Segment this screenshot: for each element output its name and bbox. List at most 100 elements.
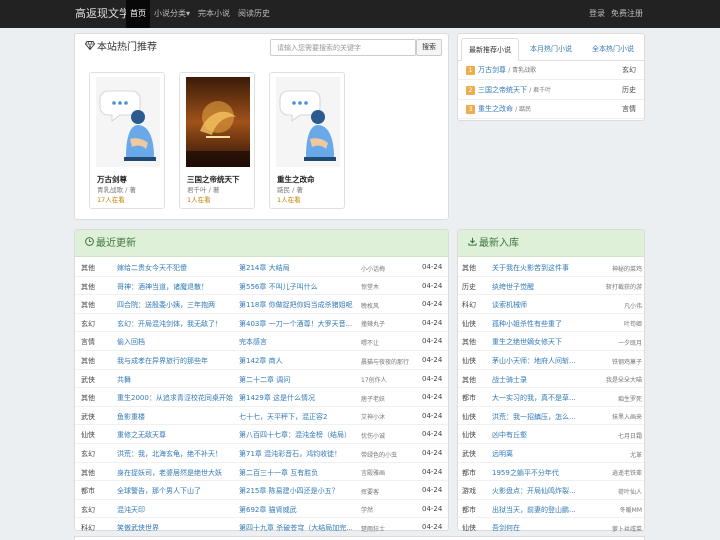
- search-input[interactable]: [270, 39, 416, 56]
- rank-book-title[interactable]: 万古剑尊 / 青乳战歌: [478, 65, 536, 75]
- new-book-title[interactable]: 重生之绝世嫡女修天下: [492, 337, 586, 347]
- placeholder-cover-image[interactable]: [96, 77, 160, 167]
- update-book-title[interactable]: 全球警告，那个男人下山了: [117, 486, 233, 496]
- nav-home[interactable]: 首页: [126, 0, 150, 28]
- new-book-title[interactable]: 纨绔世子觉醒: [492, 282, 586, 292]
- new-book-title[interactable]: 凶中有丘壑: [492, 430, 586, 440]
- update-genre[interactable]: 武侠: [81, 412, 111, 422]
- new-book-title[interactable]: 孤种小姐杀性有些重了: [492, 319, 586, 329]
- update-genre[interactable]: 玄幻: [81, 449, 111, 459]
- update-chapter[interactable]: 第二十二章 调问: [239, 375, 355, 385]
- update-chapter[interactable]: 第1429章 这是什么情况: [239, 393, 355, 403]
- update-genre[interactable]: 玄幻: [81, 319, 111, 329]
- nav-categories[interactable]: 小说分类▾: [150, 0, 194, 28]
- new-book-genre[interactable]: 其他: [462, 375, 488, 385]
- new-book-genre[interactable]: 其他: [462, 337, 488, 347]
- new-book-title[interactable]: 出狱当天，前妻的登山鹏...: [492, 505, 586, 515]
- rank-book-name[interactable]: 万古剑尊: [478, 66, 506, 74]
- update-genre[interactable]: 其他: [81, 393, 111, 403]
- new-book-genre[interactable]: 都市: [462, 393, 488, 403]
- new-book-genre[interactable]: 都市: [462, 505, 488, 515]
- update-genre[interactable]: 科幻: [81, 523, 111, 533]
- update-genre[interactable]: 仙侠: [81, 430, 111, 440]
- login-link[interactable]: 登录: [589, 0, 605, 28]
- update-genre[interactable]: 其他: [81, 468, 111, 478]
- update-genre[interactable]: 其他: [81, 263, 111, 273]
- site-brand[interactable]: 高返现文学: [75, 0, 130, 28]
- update-chapter[interactable]: 七十七，天平秤下，混正容2: [239, 412, 355, 422]
- update-chapter[interactable]: 完本感言: [239, 337, 355, 347]
- update-chapter[interactable]: 第四十九章 杀破苍穹（大结局加完...: [239, 523, 355, 533]
- update-genre[interactable]: 其他: [81, 300, 111, 310]
- new-book-title[interactable]: 谈索机械师: [492, 300, 586, 310]
- rank-book-name[interactable]: 重生之改命: [478, 105, 513, 113]
- rank-item[interactable]: 1 万古剑尊 / 青乳战歌 玄幻: [458, 61, 644, 80]
- update-book-title[interactable]: 身在捉妖司，老婆居然是绝世大妖: [117, 468, 233, 478]
- new-book-title[interactable]: 关于我在火影苦到这件事: [492, 263, 586, 273]
- update-book-title[interactable]: 偷入回档: [117, 337, 233, 347]
- book-card[interactable]: 万古剑尊 青乳战歌 / 著 17人在看: [89, 72, 165, 209]
- book-cover-image[interactable]: [186, 77, 250, 167]
- new-book-genre[interactable]: 仙侠: [462, 319, 488, 329]
- tab-monthly-hot[interactable]: 本月热门小说: [522, 38, 580, 61]
- rank-item[interactable]: 3 重生之改命 / 踮民 言情: [458, 100, 644, 119]
- nav-finished[interactable]: 完本小说: [194, 0, 234, 28]
- update-chapter[interactable]: 第214章 大结局: [239, 263, 355, 273]
- update-genre[interactable]: 其他: [81, 356, 111, 366]
- new-book-genre[interactable]: 仙侠: [462, 412, 488, 422]
- new-book-title[interactable]: 战士骑士录: [492, 375, 586, 385]
- update-book-title[interactable]: 重修之无敌天尊: [117, 430, 233, 440]
- book-card[interactable]: 三国之帝统天下 君千叶 / 著 1人在看: [179, 72, 255, 209]
- update-chapter[interactable]: 第692章 猫肾威武: [239, 505, 355, 515]
- update-chapter[interactable]: 第142章 商人: [239, 356, 355, 366]
- update-chapter[interactable]: 第215章 陈易建小四还是小五？: [239, 486, 355, 496]
- new-book-title[interactable]: 大一实习的我，真不是草...: [492, 393, 586, 403]
- update-genre[interactable]: 武侠: [81, 375, 111, 385]
- update-chapter[interactable]: 第八百四十七章：混沌金榜（结局）: [239, 430, 355, 440]
- update-chapter[interactable]: 第403章 一刀一个酒尊！大罗天音...: [239, 319, 355, 329]
- new-book-genre[interactable]: 仙侠: [462, 430, 488, 440]
- rank-book-title[interactable]: 重生之改命 / 踮民: [478, 104, 531, 114]
- new-book-genre[interactable]: 仙侠: [462, 356, 488, 366]
- update-chapter[interactable]: 第71章 混沌彩音石，鸿钧收徒！: [239, 449, 355, 459]
- update-chapter[interactable]: 第二百三十一章 互有胜负: [239, 468, 355, 478]
- rank-book-title[interactable]: 三国之帝统天下 / 君千叶: [478, 85, 551, 95]
- update-book-title[interactable]: 嫁给二贵女今天不犯傻: [117, 263, 233, 273]
- update-book-title[interactable]: 四合院：送殷委小姨，三年抱两: [117, 300, 233, 310]
- update-book-title[interactable]: 笑傲武侠世界: [117, 523, 233, 533]
- update-book-title[interactable]: 玄幻：开局混沌剑体，我无敌了！: [117, 319, 233, 329]
- update-chapter[interactable]: 第556章 不叫儿子叫什么: [239, 282, 355, 292]
- new-book-title[interactable]: 吾剑何在: [492, 523, 586, 533]
- new-book-title[interactable]: 茅山小天师：地府人间斩...: [492, 356, 586, 366]
- rank-item[interactable]: 2 三国之帝统天下 / 君千叶 历史: [458, 81, 644, 100]
- update-book-title[interactable]: 哥神：酒神当道，诸魔退散！: [117, 282, 233, 292]
- rank-book-name[interactable]: 三国之帝统天下: [478, 86, 527, 94]
- update-genre[interactable]: 玄幻: [81, 505, 111, 515]
- new-book-title[interactable]: 洪荒：我一招鎮压，怎么...: [492, 412, 586, 422]
- tab-latest-recommend[interactable]: 最新推荐小说: [461, 38, 519, 61]
- update-chapter[interactable]: 第118章 你做捉把你妈当成杀猪姐呢: [239, 300, 355, 310]
- new-book-title[interactable]: 远明离: [492, 449, 586, 459]
- update-book-title[interactable]: 鱼影重楼: [117, 412, 233, 422]
- new-book-genre[interactable]: 科幻: [462, 300, 488, 310]
- book-card[interactable]: 重生之改命 踮民 / 著 1人在看: [269, 72, 345, 209]
- new-book-genre[interactable]: 其他: [462, 263, 488, 273]
- new-book-genre[interactable]: 都市: [462, 468, 488, 478]
- update-book-title[interactable]: 重生2000：从追求青涩校花同桌开始: [117, 393, 233, 403]
- update-book-title[interactable]: 洪荒：我，北海玄龟，绝不补天！: [117, 449, 233, 459]
- new-book-genre[interactable]: 仙侠: [462, 523, 488, 533]
- new-book-genre[interactable]: 游戏: [462, 486, 488, 496]
- update-genre[interactable]: 其他: [81, 282, 111, 292]
- new-book-title[interactable]: 火影盘点：开局仙鸣炸裂...: [492, 486, 586, 496]
- update-genre[interactable]: 都市: [81, 486, 111, 496]
- new-book-genre[interactable]: 武侠: [462, 449, 488, 459]
- search-button[interactable]: 搜索: [416, 39, 442, 56]
- register-link[interactable]: 免费注册: [611, 0, 643, 28]
- update-book-title[interactable]: 我与成孝在异界旅行的那些年: [117, 356, 233, 366]
- placeholder-cover-image[interactable]: [276, 77, 340, 167]
- update-book-title[interactable]: 共舞: [117, 375, 233, 385]
- nav-history[interactable]: 阅读历史: [234, 0, 274, 28]
- update-genre[interactable]: 言情: [81, 337, 111, 347]
- update-book-title[interactable]: 混沌天印: [117, 505, 233, 515]
- new-book-title[interactable]: 1959之躺平不分年代: [492, 468, 586, 478]
